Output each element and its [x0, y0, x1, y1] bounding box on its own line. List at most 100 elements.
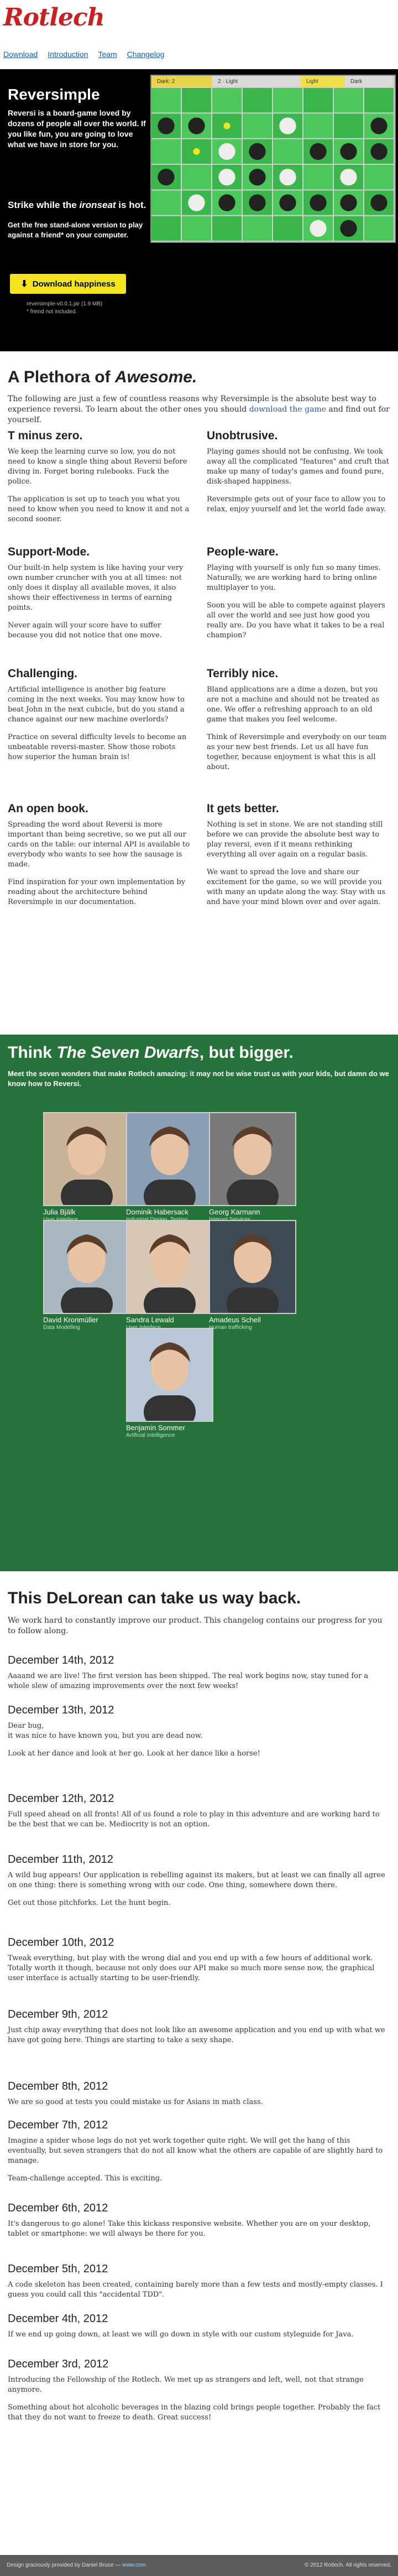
feature-paragraph: Spreading the word about Reversi is more…	[8, 820, 190, 869]
team-member: David Kronmüller Data Modelling	[43, 1220, 132, 1331]
feature-block: T minus zero. We keep the learning curve …	[8, 429, 190, 532]
feature-paragraph: Nothing is set in stone. We are not stan…	[207, 820, 383, 859]
board-cell[interactable]	[182, 165, 211, 190]
feature-block: Terribly nice. Bland applications are a d…	[207, 667, 389, 780]
download-file-info: reversimple-v0.0.1.jar (1.9 MB)	[27, 301, 103, 307]
board-cell[interactable]	[243, 88, 272, 113]
game-status-dark: Dark: 2	[151, 76, 212, 87]
feature-paragraph: We want to spread the love and share our…	[207, 868, 386, 906]
nav-team[interactable]: Team	[98, 50, 117, 59]
game-piece	[249, 194, 266, 211]
entry-paragraph: If we end up going down, at least we wil…	[8, 2330, 354, 2339]
board-cell[interactable]	[151, 88, 181, 113]
team-title-em: The Seven Dwarfs	[56, 1043, 200, 1062]
game-piece	[310, 194, 327, 211]
feature-paragraph: Think of Reversimple and everybody on ou…	[207, 733, 387, 771]
game-piece	[218, 194, 235, 211]
feature-title: It gets better.	[207, 802, 279, 815]
changelog-entry: December 5th, 2012 A code skeleton has be…	[8, 2263, 390, 2308]
board-cell[interactable]	[334, 88, 363, 113]
download-game-link[interactable]: download the game	[249, 405, 326, 414]
board-cell[interactable]	[273, 216, 302, 241]
entry-paragraph: Dear bug, it was nice to have known you,…	[8, 1722, 203, 1740]
member-photo	[209, 1220, 296, 1314]
board-cell[interactable]	[364, 88, 394, 113]
feature-paragraph: Our built-in help system is like having …	[8, 564, 184, 612]
entry-paragraph: Full speed ahead on all fronts! All of u…	[8, 1810, 380, 1829]
team-title-text: Think	[8, 1043, 57, 1062]
feature-paragraph: We keep the learning curve so low, you d…	[8, 448, 187, 486]
changelog-entry: December 8th, 2012 We are so good at test…	[8, 2080, 390, 2115]
feature-paragraph: Bland applications are a dime a dozen, b…	[207, 685, 380, 724]
board-cell[interactable]	[303, 113, 333, 138]
footer-link[interactable]: www.com	[122, 2562, 146, 2568]
board-cell[interactable]	[151, 139, 181, 164]
board-cell[interactable]	[364, 216, 394, 241]
board-cell[interactable]	[334, 113, 363, 138]
nav-download[interactable]: Download	[3, 50, 38, 59]
game-piece	[279, 194, 296, 211]
board-cell[interactable]	[364, 165, 394, 190]
feature-block: Unobtrusive. Playing games should not be …	[207, 429, 389, 522]
board-cell[interactable]	[212, 216, 242, 241]
board-cell[interactable]	[303, 88, 333, 113]
game-piece	[188, 194, 205, 211]
feature-block: People-ware. Playing with yourself is onl…	[207, 546, 389, 648]
entry-date: December 11th, 2012	[8, 1853, 113, 1866]
feature-block: An open book. Spreading the word about Re…	[8, 802, 190, 915]
board-cell[interactable]	[182, 88, 211, 113]
entry-date: December 14th, 2012	[8, 1654, 114, 1666]
footer-copyright: © 2012 Rotlech. All rights reserved.	[305, 2562, 391, 2568]
board-cell[interactable]	[151, 190, 181, 215]
game-piece	[218, 143, 235, 160]
nav-changelog[interactable]: Changelog	[127, 50, 165, 59]
download-icon: ⬇	[20, 279, 28, 289]
download-note: reversimple-v0.0.1.jar (1.9 MB) * friend…	[27, 300, 102, 316]
site-logo[interactable]: Rotlech	[3, 3, 105, 32]
game-piece	[249, 169, 266, 186]
team-title-end: , but bigger.	[199, 1043, 294, 1062]
member-photo	[43, 1112, 130, 1206]
game-status-light: 2 · Light	[212, 76, 301, 87]
game-piece	[310, 143, 327, 160]
game-status-other: Dark	[345, 76, 392, 87]
board-cell[interactable]	[273, 139, 302, 164]
team-member: Benjamin Sommer Artificial Intelligence	[126, 1328, 214, 1438]
download-label: Download happiness	[32, 279, 116, 289]
entry-paragraph: A code skeleton has been created, contai…	[8, 2281, 383, 2299]
feature-paragraph: Find inspiration for your own implementa…	[8, 878, 186, 906]
board-cell[interactable]	[212, 88, 242, 113]
game-piece	[370, 143, 387, 160]
intro-title-text: A Plethora of	[8, 368, 115, 386]
entry-date: December 13th, 2012	[8, 1704, 114, 1716]
download-button[interactable]: ⬇ Download happiness	[10, 274, 126, 294]
changelog-entry: December 13th, 2012 Dear bug, it was nice…	[8, 1704, 390, 1767]
feature-block: Challenging. Artificial intelligence is a…	[8, 667, 190, 770]
game-piece	[218, 169, 235, 186]
game-piece	[340, 194, 357, 211]
member-name: Sandra Lewald	[126, 1316, 174, 1324]
team-member: Amadeus Schell Human trafficking	[209, 1220, 297, 1331]
changelog-title: This DeLorean can take us way back.	[8, 1589, 301, 1607]
feature-paragraph: Practice on several difficulty levels to…	[8, 733, 187, 761]
board-cell[interactable]	[243, 216, 272, 241]
entry-paragraph: A wild bug appears! Our application is r…	[8, 1871, 385, 1889]
feature-block: Support-Mode. Our built-in help system is…	[8, 546, 190, 648]
team-title: Think The Seven Dwarfs, but bigger.	[8, 1043, 294, 1062]
member-photo	[126, 1328, 213, 1422]
team-member: Georg KarmannInternet Services	[209, 1112, 297, 1223]
board-cell[interactable]	[273, 88, 302, 113]
game-board[interactable]	[151, 88, 395, 242]
nav-introduction[interactable]: Introduction	[48, 50, 88, 59]
feature-title: T minus zero.	[8, 429, 83, 442]
board-cell[interactable]	[303, 165, 333, 190]
changelog-entry: December 14th, 2012 Aaaand we are live! T…	[8, 1654, 390, 1699]
game-piece	[370, 194, 387, 211]
entry-paragraph: Team-challenge accepted. This is excitin…	[8, 2174, 163, 2183]
board-cell[interactable]	[182, 216, 211, 241]
team-section: Think The Seven Dwarfs, but bigger. Meet…	[0, 1035, 398, 1571]
member-photo	[43, 1220, 130, 1314]
board-cell[interactable]	[151, 216, 181, 241]
board-cell[interactable]	[243, 113, 272, 138]
member-name: Georg Karmann	[209, 1208, 260, 1216]
